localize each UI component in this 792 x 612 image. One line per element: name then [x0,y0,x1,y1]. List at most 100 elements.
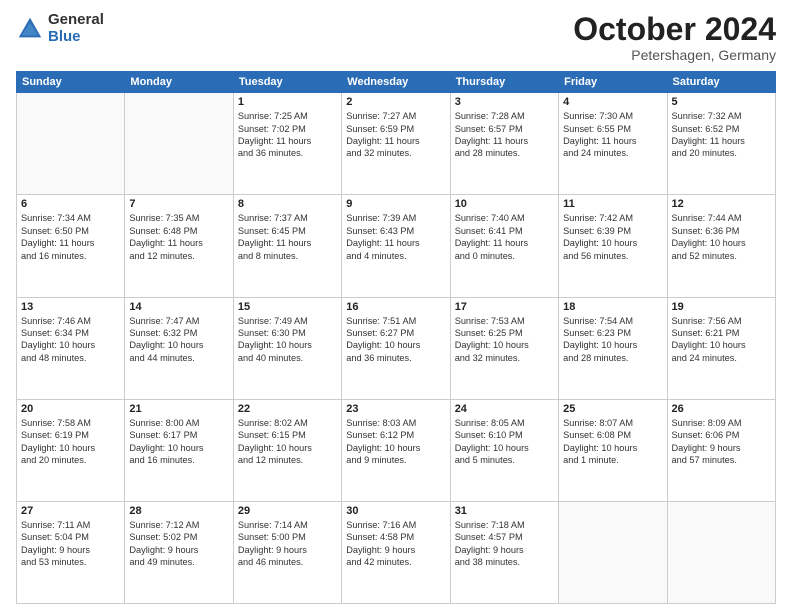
day-detail: Sunrise: 7:53 AM Sunset: 6:25 PM Dayligh… [455,315,554,365]
table-row: 1 Sunrise: 7:25 AM Sunset: 7:02 PM Daylig… [233,93,341,195]
day-number: 23 [346,403,445,415]
day-number: 13 [21,301,120,313]
calendar-week-row: 13 Sunrise: 7:46 AM Sunset: 6:34 PM Dayli… [17,297,776,399]
day-number: 3 [455,96,554,108]
header: General Blue October 2024 Petershagen, G… [16,12,776,63]
table-row [559,501,667,603]
day-detail: Sunrise: 7:34 AM Sunset: 6:50 PM Dayligh… [21,212,120,262]
table-row: 7Sunrise: 7:35 AM Sunset: 6:48 PM Daylig… [125,195,233,297]
day-number: 24 [455,403,554,415]
day-number: 29 [238,505,337,517]
day-detail: Sunrise: 7:18 AM Sunset: 4:57 PM Dayligh… [455,519,554,569]
day-number: 28 [129,505,228,517]
table-row [667,501,775,603]
day-number: 2 [346,96,445,108]
day-number: 10 [455,198,554,210]
table-row: 22Sunrise: 8:02 AM Sunset: 6:15 PM Dayli… [233,399,341,501]
calendar-header-row: Sunday Monday Tuesday Wednesday Thursday… [17,72,776,93]
table-row: 18 Sunrise: 7:54 AM Sunset: 6:23 PM Dayli… [559,297,667,399]
table-row: 27Sunrise: 7:11 AM Sunset: 5:04 PM Dayli… [17,501,125,603]
day-number: 22 [238,403,337,415]
day-number: 7 [129,198,228,210]
title-location: Petershagen, Germany [573,47,776,63]
calendar-week-row: 27Sunrise: 7:11 AM Sunset: 5:04 PM Dayli… [17,501,776,603]
day-detail: Sunrise: 7:51 AM Sunset: 6:27 PM Dayligh… [346,315,445,365]
day-number: 1 [238,96,337,108]
day-number: 6 [21,198,120,210]
calendar-week-row: 20Sunrise: 7:58 AM Sunset: 6:19 PM Dayli… [17,399,776,501]
table-row: 25 Sunrise: 8:07 AM Sunset: 6:08 PM Dayli… [559,399,667,501]
calendar-week-row: 1 Sunrise: 7:25 AM Sunset: 7:02 PM Daylig… [17,93,776,195]
day-detail: Sunrise: 8:07 AM Sunset: 6:08 PM Dayligh… [563,417,662,467]
logo-blue-text: Blue [48,29,104,46]
day-detail: Sunrise: 7:25 AM Sunset: 7:02 PM Dayligh… [238,110,337,160]
day-number: 18 [563,301,662,313]
col-friday: Friday [559,72,667,93]
table-row: 9 Sunrise: 7:39 AM Sunset: 6:43 PM Daylig… [342,195,450,297]
table-row: 15Sunrise: 7:49 AM Sunset: 6:30 PM Dayli… [233,297,341,399]
table-row: 5 Sunrise: 7:32 AM Sunset: 6:52 PM Daylig… [667,93,775,195]
col-monday: Monday [125,72,233,93]
col-sunday: Sunday [17,72,125,93]
calendar-table: Sunday Monday Tuesday Wednesday Thursday… [16,71,776,604]
day-detail: Sunrise: 7:16 AM Sunset: 4:58 PM Dayligh… [346,519,445,569]
day-number: 12 [672,198,771,210]
page: General Blue October 2024 Petershagen, G… [0,0,792,612]
day-number: 25 [563,403,662,415]
table-row: 26 Sunrise: 8:09 AM Sunset: 6:06 PM Dayli… [667,399,775,501]
day-number: 14 [129,301,228,313]
day-detail: Sunrise: 7:39 AM Sunset: 6:43 PM Dayligh… [346,212,445,262]
table-row: 2 Sunrise: 7:27 AM Sunset: 6:59 PM Daylig… [342,93,450,195]
table-row: 6 Sunrise: 7:34 AM Sunset: 6:50 PM Daylig… [17,195,125,297]
table-row: 29 Sunrise: 7:14 AM Sunset: 5:00 PM Dayli… [233,501,341,603]
day-detail: Sunrise: 7:30 AM Sunset: 6:55 PM Dayligh… [563,110,662,160]
day-number: 20 [21,403,120,415]
table-row: 14Sunrise: 7:47 AM Sunset: 6:32 PM Dayli… [125,297,233,399]
table-row: 28 Sunrise: 7:12 AM Sunset: 5:02 PM Dayli… [125,501,233,603]
day-number: 11 [563,198,662,210]
table-row: 21Sunrise: 8:00 AM Sunset: 6:17 PM Dayli… [125,399,233,501]
table-row: 23 Sunrise: 8:03 AM Sunset: 6:12 PM Dayli… [342,399,450,501]
day-number: 26 [672,403,771,415]
day-detail: Sunrise: 7:14 AM Sunset: 5:00 PM Dayligh… [238,519,337,569]
table-row: 16 Sunrise: 7:51 AM Sunset: 6:27 PM Dayli… [342,297,450,399]
table-row: 19 Sunrise: 7:56 AM Sunset: 6:21 PM Dayli… [667,297,775,399]
day-number: 9 [346,198,445,210]
day-detail: Sunrise: 7:27 AM Sunset: 6:59 PM Dayligh… [346,110,445,160]
day-detail: Sunrise: 7:37 AM Sunset: 6:45 PM Dayligh… [238,212,337,262]
table-row: 20Sunrise: 7:58 AM Sunset: 6:19 PM Dayli… [17,399,125,501]
col-saturday: Saturday [667,72,775,93]
day-number: 4 [563,96,662,108]
day-detail: Sunrise: 7:46 AM Sunset: 6:34 PM Dayligh… [21,315,120,365]
day-detail: Sunrise: 7:40 AM Sunset: 6:41 PM Dayligh… [455,212,554,262]
day-number: 21 [129,403,228,415]
day-detail: Sunrise: 7:28 AM Sunset: 6:57 PM Dayligh… [455,110,554,160]
table-row: 4 Sunrise: 7:30 AM Sunset: 6:55 PM Daylig… [559,93,667,195]
col-wednesday: Wednesday [342,72,450,93]
table-row: 13 Sunrise: 7:46 AM Sunset: 6:34 PM Dayli… [17,297,125,399]
table-row: 8 Sunrise: 7:37 AM Sunset: 6:45 PM Daylig… [233,195,341,297]
day-detail: Sunrise: 7:11 AM Sunset: 5:04 PM Dayligh… [21,519,120,569]
day-number: 15 [238,301,337,313]
logo-text: General Blue [48,12,104,45]
logo-general: General [48,12,104,29]
logo-icon [16,15,44,43]
day-detail: Sunrise: 7:54 AM Sunset: 6:23 PM Dayligh… [563,315,662,365]
day-detail: Sunrise: 7:56 AM Sunset: 6:21 PM Dayligh… [672,315,771,365]
day-number: 8 [238,198,337,210]
calendar-week-row: 6 Sunrise: 7:34 AM Sunset: 6:50 PM Daylig… [17,195,776,297]
col-thursday: Thursday [450,72,558,93]
day-number: 5 [672,96,771,108]
day-detail: Sunrise: 8:05 AM Sunset: 6:10 PM Dayligh… [455,417,554,467]
table-row: 30Sunrise: 7:16 AM Sunset: 4:58 PM Dayli… [342,501,450,603]
day-detail: Sunrise: 8:03 AM Sunset: 6:12 PM Dayligh… [346,417,445,467]
day-detail: Sunrise: 7:32 AM Sunset: 6:52 PM Dayligh… [672,110,771,160]
table-row [17,93,125,195]
day-number: 16 [346,301,445,313]
day-number: 19 [672,301,771,313]
day-detail: Sunrise: 7:44 AM Sunset: 6:36 PM Dayligh… [672,212,771,262]
day-detail: Sunrise: 8:09 AM Sunset: 6:06 PM Dayligh… [672,417,771,467]
day-detail: Sunrise: 7:12 AM Sunset: 5:02 PM Dayligh… [129,519,228,569]
table-row: 10 Sunrise: 7:40 AM Sunset: 6:41 PM Dayli… [450,195,558,297]
col-tuesday: Tuesday [233,72,341,93]
